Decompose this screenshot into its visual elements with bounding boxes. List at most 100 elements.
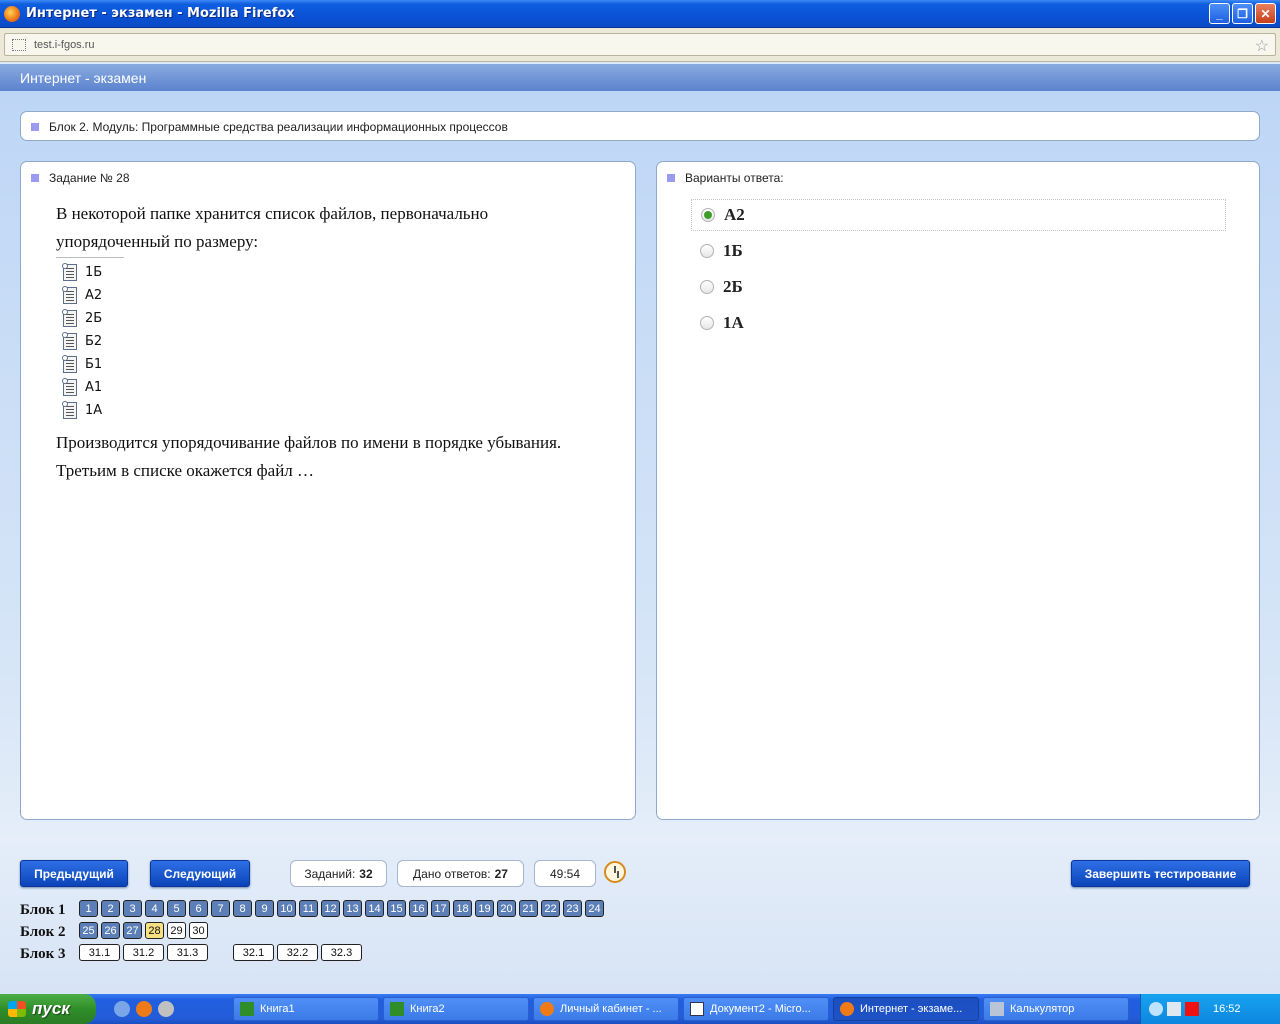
question-nav-button[interactable]: 30 <box>189 922 208 939</box>
question-nav-button[interactable]: 6 <box>189 900 208 917</box>
task-panel: Задание № 28 В некоторой папке хранится … <box>20 161 636 820</box>
bookmark-star-icon[interactable]: ☆ <box>1255 36 1269 56</box>
bullet-icon <box>667 174 675 182</box>
question-nav-button[interactable]: 11 <box>299 900 318 917</box>
next-button[interactable]: Следующий <box>150 860 250 887</box>
answered-counter: Дано ответов: 27 <box>397 860 524 887</box>
notepad-file-icon <box>62 263 77 281</box>
question-nav-button[interactable]: 14 <box>365 900 384 917</box>
question-nav-button[interactable]: 2 <box>101 900 120 917</box>
question-nav-button[interactable]: 32.2 <box>277 944 318 961</box>
taskbar-item-calculator[interactable]: Калькулятор <box>983 997 1129 1021</box>
question-nav-button[interactable]: 20 <box>497 900 516 917</box>
antivirus-icon[interactable] <box>1185 1002 1199 1016</box>
question-nav-button[interactable]: 3 <box>123 900 142 917</box>
question-nav-button[interactable]: 21 <box>519 900 538 917</box>
notepad-file-icon <box>62 309 77 327</box>
taskbar-item-exam[interactable]: Интернет - экзаме... <box>833 997 979 1021</box>
question-nav-button[interactable]: 5 <box>167 900 186 917</box>
radio-icon[interactable] <box>700 244 714 258</box>
module-panel: Блок 2. Модуль: Программные средства реа… <box>20 111 1260 141</box>
start-button[interactable]: пуск <box>0 994 96 1024</box>
alarm-clock-icon <box>604 861 626 883</box>
block-1-questions: 1 2 3 4 5 6 7 8 9 10 11 12 13 14 15 16 1… <box>79 900 604 917</box>
window-title: Интернет - экзамен - Mozilla Firefox <box>26 6 295 21</box>
notepad-file-icon <box>62 378 77 396</box>
question-nav-button[interactable]: 25 <box>79 922 98 939</box>
answer-option-2[interactable]: 1Б <box>691 235 1226 267</box>
question-nav-button[interactable]: 22 <box>541 900 560 917</box>
question-nav-button[interactable]: 31.2 <box>123 944 164 961</box>
radio-checked-icon[interactable] <box>701 208 715 222</box>
page-header: Интернет - экзамен <box>0 64 1280 91</box>
question-text: В некоторой папке хранится список файлов… <box>56 204 489 251</box>
question-nav-button[interactable]: 24 <box>585 900 604 917</box>
finish-test-button[interactable]: Завершить тестирование <box>1071 860 1250 887</box>
block-1-label: Блок 1 <box>20 902 66 918</box>
tray-expand-icon[interactable] <box>1149 1002 1163 1016</box>
answers-title-row: Варианты ответа: <box>667 171 784 185</box>
system-tray: 16:52 <box>1140 994 1280 1024</box>
question-nav-button[interactable]: 31.1 <box>79 944 120 961</box>
app-icon[interactable] <box>158 1001 174 1017</box>
firefox-icon <box>840 1002 854 1016</box>
question-nav-button[interactable]: 26 <box>101 922 120 939</box>
question-nav-button[interactable]: 23 <box>563 900 582 917</box>
question-nav-button[interactable]: 8 <box>233 900 252 917</box>
question-nav-button[interactable]: 31.3 <box>167 944 208 961</box>
question-nav-button[interactable]: 17 <box>431 900 450 917</box>
answer-option-1[interactable]: А2 <box>691 199 1226 231</box>
radio-icon[interactable] <box>700 280 714 294</box>
block-3-label: Блок 3 <box>20 946 66 962</box>
question-nav-button[interactable]: 18 <box>453 900 472 917</box>
maximize-button[interactable]: ❐ <box>1232 3 1253 24</box>
answer-option-4[interactable]: 1А <box>691 307 1226 339</box>
radio-icon[interactable] <box>700 316 714 330</box>
question-nav-button[interactable]: 27 <box>123 922 142 939</box>
block-3-questions: 31.1 31.2 31.3 32.1 32.2 32.3 <box>79 944 362 961</box>
block-2-label: Блок 2 <box>20 924 66 940</box>
answer-option-3[interactable]: 2Б <box>691 271 1226 303</box>
file-item: Б1 <box>56 353 124 376</box>
module-title: Блок 2. Модуль: Программные средства реа… <box>49 120 508 134</box>
file-item: Б2 <box>56 330 124 353</box>
prev-button[interactable]: Предыдущий <box>20 860 128 887</box>
notepad-file-icon <box>62 355 77 373</box>
question-nav-button[interactable]: 32.3 <box>321 944 362 961</box>
file-item: 2Б <box>56 307 124 330</box>
ie-icon[interactable] <box>114 1001 130 1017</box>
close-button[interactable]: ✕ <box>1255 3 1276 24</box>
question-nav-button[interactable]: 15 <box>387 900 406 917</box>
question-nav-button[interactable]: 19 <box>475 900 494 917</box>
taskbar-item-book1[interactable]: Книга1 <box>233 997 379 1021</box>
network-icon[interactable] <box>1167 1002 1181 1016</box>
url-bar[interactable]: test.i-fgos.ru ☆ <box>4 33 1276 56</box>
question-nav-button[interactable]: 13 <box>343 900 362 917</box>
window-titlebar: Интернет - экзамен - Mozilla Firefox _ ❐… <box>0 0 1280 28</box>
question-nav-button[interactable]: 4 <box>145 900 164 917</box>
tasks-counter: Заданий: 32 <box>290 860 387 887</box>
question-nav-button[interactable]: 10 <box>277 900 296 917</box>
question-nav-button[interactable]: 7 <box>211 900 230 917</box>
question-nav-button[interactable]: 29 <box>167 922 186 939</box>
question-nav-button[interactable]: 12 <box>321 900 340 917</box>
file-list: 1Б А2 2Б Б2 Б1 А1 1А <box>56 257 124 422</box>
firefox-icon <box>540 1002 554 1016</box>
timer: 49:54 <box>534 860 596 887</box>
taskbar-item-document[interactable]: Документ2 - Micro... <box>683 997 829 1021</box>
word-icon <box>690 1002 704 1016</box>
question-nav-button[interactable]: 16 <box>409 900 428 917</box>
url-text: test.i-fgos.ru <box>34 38 95 51</box>
taskbar-item-cabinet[interactable]: Личный кабинет - ... <box>533 997 679 1021</box>
question-nav-button[interactable]: 32.1 <box>233 944 274 961</box>
bullet-icon <box>31 123 39 131</box>
firefox-icon[interactable] <box>136 1001 152 1017</box>
file-item: 1А <box>56 399 124 422</box>
question-nav-button-current[interactable]: 28 <box>145 922 164 939</box>
taskbar-item-book2[interactable]: Книга2 <box>383 997 529 1021</box>
question-nav-button[interactable]: 1 <box>79 900 98 917</box>
minimize-button[interactable]: _ <box>1209 3 1230 24</box>
site-identity-icon[interactable] <box>12 38 26 51</box>
calculator-icon <box>990 1002 1004 1016</box>
question-nav-button[interactable]: 9 <box>255 900 274 917</box>
